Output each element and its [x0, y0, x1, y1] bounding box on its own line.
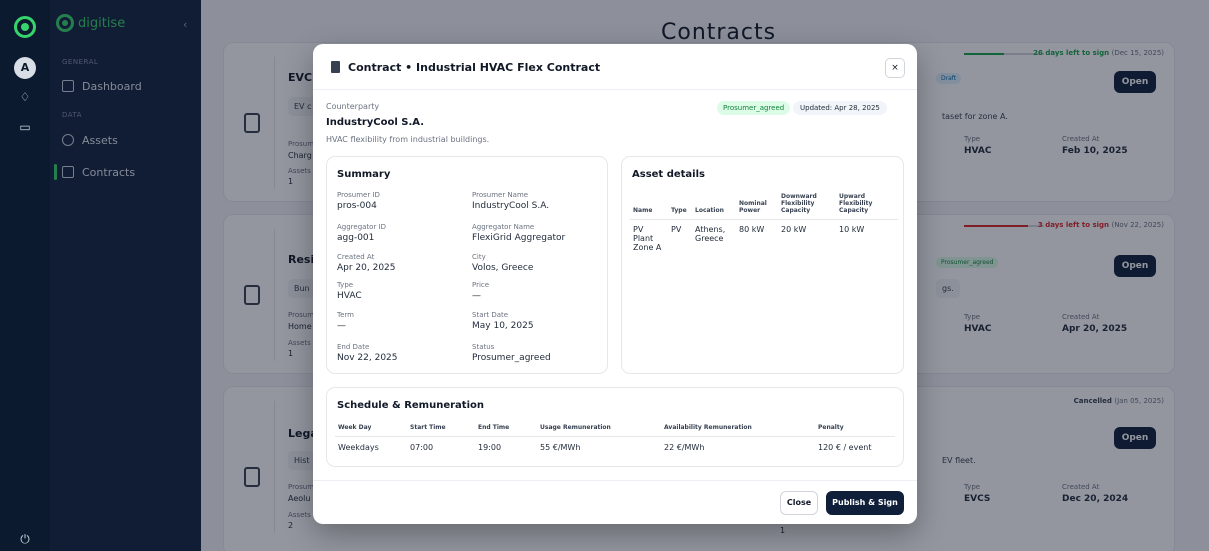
table-cell: 19:00 — [478, 443, 502, 452]
file-icon — [331, 61, 340, 73]
asset-details-title: Asset details — [632, 169, 705, 180]
field-label: Aggregator Name — [472, 223, 535, 231]
modal-title: Contract • Industrial HVAC Flex Contract — [348, 61, 601, 74]
schedule-table: Week Day Start Time End Time Usage Remun… — [335, 421, 895, 458]
field-label: Created At — [337, 253, 375, 261]
field-label: Type — [337, 281, 354, 289]
field-value: — — [472, 291, 481, 301]
table-header-row: Week Day Start Time End Time Usage Remun… — [335, 421, 895, 437]
table-cell: Athens, Greece — [695, 225, 726, 243]
column-header: Penalty — [815, 421, 895, 437]
field-label: Aggregator ID — [337, 223, 387, 231]
schedule-panel: Schedule & Remuneration Week Day Start T… — [326, 387, 904, 467]
field-value: — — [337, 321, 346, 331]
close-button[interactable]: Close — [780, 491, 818, 515]
field-value: pros-004 — [337, 201, 377, 211]
schedule-title: Schedule & Remuneration — [337, 400, 485, 411]
table-cell: 10 kW — [839, 225, 865, 234]
updated-badge: Updated: Apr 28, 2025 — [793, 101, 887, 115]
field-value: Nov 22, 2025 — [337, 353, 398, 363]
field-value: IndustryCool S.A. — [472, 201, 550, 211]
field-label: Status — [472, 343, 495, 351]
column-header: Type — [668, 190, 692, 220]
field-value: Apr 20, 2025 — [337, 263, 396, 273]
column-header: Nominal Power — [736, 190, 778, 220]
asset-table: Name Type Location Nominal Power Downwar… — [630, 190, 898, 257]
table-cell: 22 €/MWh — [664, 443, 705, 452]
table-cell: 07:00 — [410, 443, 434, 452]
table-cell: PV Plant Zone A — [633, 225, 662, 252]
summary-title: Summary — [337, 169, 391, 180]
field-label: City — [472, 253, 486, 261]
asset-details-panel: Asset details Name Type Location Nominal… — [621, 156, 904, 374]
app-logo-icon[interactable] — [14, 16, 36, 38]
table-row: Weekdays 07:00 19:00 55 €/MWh 22 €/MWh 1… — [335, 437, 895, 459]
field-label: End Date — [337, 343, 370, 351]
column-header: Week Day — [335, 421, 407, 437]
column-header: Availability Remuneration — [661, 421, 815, 437]
wallet-icon[interactable]: ▭ — [18, 120, 32, 134]
column-header: Name — [630, 190, 668, 220]
field-value: FlexiGrid Aggregator — [472, 233, 566, 243]
column-header: Upward Flexibility Capacity — [836, 190, 898, 220]
column-header: Start Time — [407, 421, 475, 437]
counterparty-name: IndustryCool S.A. — [326, 117, 425, 128]
table-cell: 80 kW — [739, 225, 765, 234]
power-icon[interactable]: ⏻ — [18, 532, 32, 546]
status-badge: Prosumer_agreed — [717, 101, 791, 115]
summary-panel: Summary Prosumer ID pros-004 Prosumer Na… — [326, 156, 608, 374]
field-value: agg-001 — [337, 233, 375, 243]
modal-header: Contract • Industrial HVAC Flex Contract… — [313, 44, 917, 90]
field-label: Start Date — [472, 311, 509, 319]
table-row: PV Plant Zone A PV Athens, Greece 80 kW … — [630, 220, 898, 258]
contract-modal: Contract • Industrial HVAC Flex Contract… — [313, 44, 917, 524]
column-header: Usage Remuneration — [537, 421, 661, 437]
table-cell: 120 € / event — [818, 443, 872, 452]
table-cell: 20 kW — [781, 225, 807, 234]
column-header: Downward Flexibility Capacity — [778, 190, 836, 220]
avatar[interactable]: A — [14, 57, 36, 79]
field-value: Prosumer_agreed — [472, 353, 551, 363]
field-value: Volos, Greece — [472, 263, 534, 273]
modal-footer: Close Publish & Sign — [313, 480, 917, 524]
field-value: May 10, 2025 — [472, 321, 534, 331]
table-cell: 55 €/MWh — [540, 443, 581, 452]
field-value: HVAC — [337, 291, 362, 301]
field-label: Term — [337, 311, 354, 319]
field-label: Price — [472, 281, 490, 289]
close-icon[interactable]: × — [885, 58, 905, 78]
publish-sign-button[interactable]: Publish & Sign — [826, 491, 904, 515]
counterparty-description: HVAC flexibility from industrial buildin… — [326, 135, 490, 144]
table-header-row: Name Type Location Nominal Power Downwar… — [630, 190, 898, 220]
bell-icon[interactable]: ♢ — [18, 90, 32, 104]
field-label: Prosumer Name — [472, 191, 529, 199]
table-cell: Weekdays — [338, 443, 379, 452]
field-label: Prosumer ID — [337, 191, 380, 199]
column-header: Location — [692, 190, 736, 220]
table-cell: PV — [671, 225, 682, 234]
counterparty-label: Counterparty — [326, 102, 380, 111]
column-header: End Time — [475, 421, 537, 437]
icon-rail: A ♢ ▭ ⏻ — [0, 0, 50, 551]
